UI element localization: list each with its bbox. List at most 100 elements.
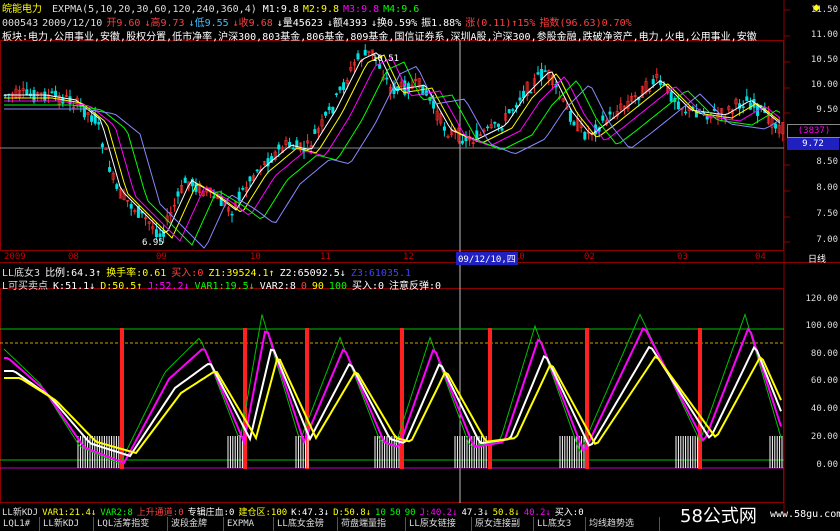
time-tick-8: 03 [677, 252, 688, 262]
candle-body [486, 126, 490, 129]
watermark-main: 58公式网 [680, 506, 757, 527]
indicator-tab-4[interactable]: EXPMA [224, 517, 274, 531]
sub1-value-2: D:50.5↑ [100, 281, 143, 292]
candle-body [518, 97, 522, 101]
candle-body [255, 169, 259, 172]
moving-average-line-4 [4, 65, 781, 249]
sub1-values: L可买卖点 K:51.1↓ D:50.5↑ J:52.2↓ VAR1:19.5↓ VAR2… [2, 277, 441, 292]
buy-signal-bar-4 [488, 328, 492, 469]
time-tick-5: 12 [403, 252, 414, 262]
price-tick-6: 8.50 [816, 157, 838, 167]
candle-body [500, 128, 504, 131]
candle-body [651, 79, 655, 85]
candle-body [54, 90, 58, 97]
indicator-tab-8[interactable]: 原女连接副 [472, 517, 534, 531]
candle-body [25, 89, 29, 95]
price-tick-1: 11.00 [810, 30, 838, 40]
candle-body [514, 104, 518, 108]
period-label[interactable]: 日线 [808, 252, 826, 265]
indicator-tab-0[interactable]: LQL1# [0, 517, 40, 531]
indicator-tab-7[interactable]: LL原女链接 [406, 517, 472, 531]
candle-body [741, 106, 745, 109]
candle-body [291, 147, 295, 150]
watermark-url: www.58gu.com [770, 509, 840, 520]
candle-body [313, 129, 317, 134]
sub1-value-3: J:52.2↓ [147, 281, 190, 292]
indicator-tab-1[interactable]: LL新KDJ [40, 517, 94, 531]
sub-tick-6: 0.00 [816, 460, 838, 470]
candle-body [356, 53, 360, 60]
candle-body [97, 122, 101, 125]
candle-body [493, 121, 497, 124]
candle-body [460, 140, 464, 144]
buy-signal-bar-6 [698, 328, 702, 469]
indicator-tab-9[interactable]: LL底女3 [534, 517, 586, 531]
candle-body [32, 90, 36, 103]
candle-body [774, 123, 778, 129]
sub1-value-4: VAR1:19.5↓ [194, 281, 255, 292]
candle-body [288, 141, 292, 147]
sub-panel-frame [0, 288, 784, 503]
sub1-value-7: 90 [311, 281, 324, 292]
candle-body [158, 233, 162, 237]
candle-body [342, 82, 346, 90]
candle-body [507, 109, 511, 114]
current-tag: (3837) [787, 124, 840, 138]
quote-line: 000543 2009/12/10 开9.60 ↓高9.73 ↓低9.55 ↓收9.68 ↓… [2, 14, 632, 29]
indicator-tab-5[interactable]: LL底女金磅 [274, 517, 338, 531]
indicator-tab-2[interactable]: LQL活筹指变 [94, 517, 168, 531]
price-tick-8: 7.50 [816, 209, 838, 219]
time-tick-0: 2009 [4, 252, 26, 262]
sub-tick-4: 40.00 [810, 404, 838, 414]
candle-body [378, 64, 382, 69]
candle-body [129, 204, 133, 209]
candle-body [331, 106, 335, 114]
candle-body [327, 106, 331, 111]
candle-body [363, 49, 367, 56]
candle-body [176, 191, 180, 197]
sector-line: 板块:电力,公用事业,安徽,股权分置,低市净率,沪深300,803基金,806基… [2, 32, 757, 43]
candle-body [154, 229, 158, 238]
price-tick-7: 8.00 [816, 183, 838, 193]
low-marker: 6.95 [142, 238, 164, 248]
time-tick-3: 10 [250, 252, 261, 262]
candle-body [669, 91, 673, 102]
candle-body [90, 115, 94, 122]
candle-body [61, 97, 65, 104]
sub1-value-9: 买入:0 [351, 281, 385, 292]
sub1-value-6: 0 [300, 281, 307, 292]
price-tick-0: 11.50 [810, 5, 838, 15]
sub-tick-5: 20.00 [810, 432, 838, 442]
candle-body [183, 177, 187, 183]
cursor-date: 09/12/10,四 [456, 252, 518, 265]
candle-body [601, 115, 605, 121]
candle-body [43, 91, 47, 102]
candle-body [324, 111, 328, 116]
time-tick-4: 11 [320, 252, 331, 262]
sub1-value-1: K:51.1↓ [53, 281, 96, 292]
candle-body [334, 93, 338, 96]
candle-body [676, 101, 680, 110]
indicator-tab-10[interactable]: 均线趋势选 [586, 517, 660, 531]
candle-body [338, 86, 342, 91]
sub-tick-2: 80.00 [810, 349, 838, 359]
indicator-tab-3[interactable]: 波段金牌 [168, 517, 224, 531]
candle-body [496, 123, 500, 127]
candle-body [50, 91, 54, 94]
candle-body [248, 176, 252, 182]
time-tick-2: 09 [156, 252, 167, 262]
buy-signal-bar-1 [243, 328, 247, 469]
high-marker: 10.51 [372, 54, 400, 64]
moving-average-line-0 [4, 52, 781, 234]
sub1-value-5: VAR2:8 [259, 281, 296, 292]
candle-body [108, 167, 112, 172]
sub-tick-0: 120.00 [805, 294, 838, 304]
candle-body [442, 126, 446, 131]
candle-body [608, 111, 612, 115]
indicator-tab-6[interactable]: 荷盘端量指 [338, 517, 406, 531]
candle-body [100, 143, 104, 148]
sub1-value-8: 100 [328, 281, 347, 292]
candle-body [115, 184, 119, 189]
sub-tick-1: 100.00 [805, 321, 838, 331]
sub1-value-0: L可买卖点 [2, 281, 49, 292]
